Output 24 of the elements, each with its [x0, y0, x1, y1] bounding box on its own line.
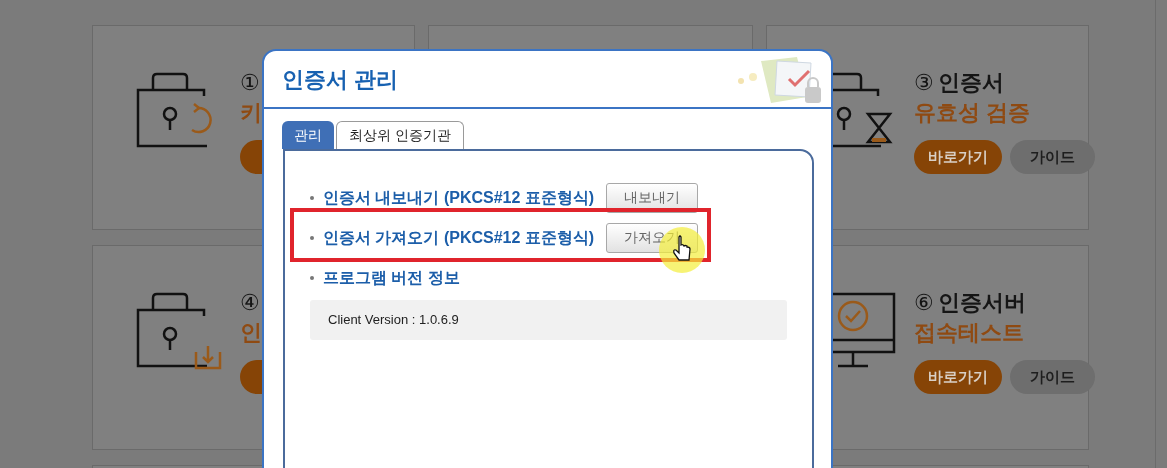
bullet-icon: [310, 275, 314, 280]
card-subtitle: 인: [240, 319, 263, 347]
option-label: 인증서 내보내기 (PKCS#12 표준형식): [323, 187, 595, 208]
dialog-title: 인증서 관리: [282, 65, 399, 94]
step-number: ④: [240, 288, 260, 317]
card-subtitle: 유효성 검증: [914, 99, 1032, 127]
step-number: ①: [240, 68, 260, 97]
tab[interactable]: 최상위 인증기관: [336, 121, 464, 149]
step-number: ⑥: [914, 288, 934, 317]
option-label: 인증서 가져오기 (PKCS#12 표준형식): [323, 227, 595, 248]
tab[interactable]: 관리: [282, 121, 334, 149]
shortcut-button[interactable]: 바로가기: [914, 360, 1002, 394]
guide-button[interactable]: 가이드: [1010, 360, 1095, 394]
card-title: 인증서버: [938, 288, 1026, 317]
version-text: Client Version : 1.0.6.9: [310, 300, 787, 340]
bullet-icon: [310, 235, 314, 240]
bullet-icon: [310, 195, 314, 200]
card-title: 인증서: [938, 68, 1004, 97]
card-subtitle: 접속테스트: [914, 319, 1025, 347]
option-label: 프로그램 버전 정보: [323, 267, 460, 288]
card-subtitle: 키: [240, 99, 263, 127]
shortcut-button[interactable]: 바로가기: [914, 140, 1002, 174]
step-number: ③: [914, 68, 934, 97]
guide-button[interactable]: 가이드: [1010, 140, 1095, 174]
